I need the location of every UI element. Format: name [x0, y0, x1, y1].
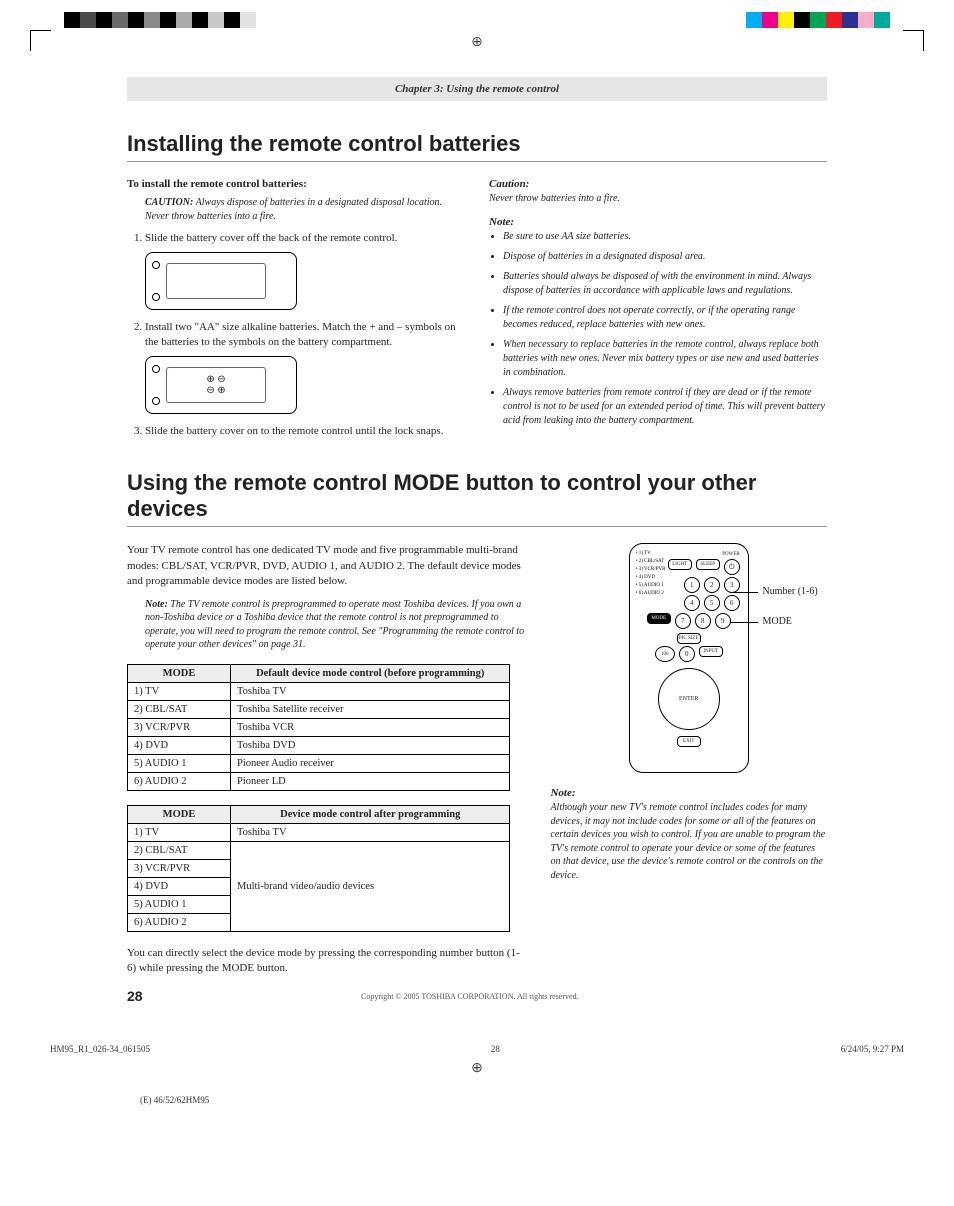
- caution-inline: CAUTION: Always dispose of batteries in …: [145, 196, 465, 223]
- registration-mark-top: ⊕: [0, 34, 954, 51]
- mode-intro: Your TV remote control has one dedicated…: [127, 543, 526, 589]
- remote-note-body: Although your new TV's remote control in…: [550, 801, 827, 882]
- chapter-header: Chapter 3: Using the remote control: [127, 77, 827, 101]
- remote-control-figure: 1) TV2) CBL/SAT3) VCR/PVR4) DVD5) AUDIO …: [629, 543, 749, 773]
- crop-mark: [903, 30, 924, 51]
- section-title-mode: Using the remote control MODE button to …: [127, 470, 827, 522]
- table-row: 6) AUDIO 2Pioneer LD: [128, 772, 510, 790]
- registration-mark-bottom: ⊕: [0, 1060, 954, 1077]
- picsize-button: PIC SIZE: [677, 633, 701, 644]
- install-subhead: To install the remote control batteries:: [127, 178, 465, 190]
- note-item: When necessary to replace batteries in t…: [503, 338, 827, 380]
- sleep-button: SLEEP: [696, 559, 720, 570]
- copyright: Copyright © 2005 TOSHIBA CORPORATION. Al…: [361, 992, 579, 1001]
- power-button: ⏻: [724, 559, 740, 575]
- dpad: ENTER: [658, 668, 720, 730]
- note-item: Be sure to use AA size batteries.: [503, 230, 827, 244]
- mode-note: Note: The TV remote control is preprogra…: [145, 598, 526, 652]
- mode-table-before: MODEDefault device mode control (before …: [127, 664, 510, 791]
- note-item: If the remote control does not operate c…: [503, 304, 827, 332]
- note-item: Always remove batteries from remote cont…: [503, 386, 827, 428]
- note-head: Note:: [489, 216, 827, 228]
- num-0: 0: [679, 646, 695, 662]
- step-2: Install two "AA" size alkaline batteries…: [145, 320, 465, 350]
- printer-color-bar: [0, 12, 954, 28]
- page-number: 28: [127, 988, 143, 1004]
- meta-filename: HM95_R1_026-34_061505: [50, 1044, 150, 1054]
- battery-cover-diagram-1: [145, 252, 297, 310]
- num-9: 9: [715, 613, 731, 629]
- num-8: 8: [695, 613, 711, 629]
- mode-button: MODE: [647, 613, 671, 624]
- notes-list: Be sure to use AA size batteries. Dispose…: [489, 230, 827, 428]
- callout-mode: MODE: [730, 616, 817, 628]
- table-row: 5) AUDIO 1Pioneer Audio receiver: [128, 754, 510, 772]
- note-item: Dispose of batteries in a designated dis…: [503, 250, 827, 264]
- table-row: 2) CBL/SATToshiba Satellite receiver: [128, 700, 510, 718]
- light-button: LIGHT: [668, 559, 692, 570]
- caution-head: Caution:: [489, 178, 827, 190]
- section-title-installing: Installing the remote control batteries: [127, 131, 827, 157]
- callout-number: Number (1-6): [730, 586, 817, 598]
- step-1: Slide the battery cover off the back of …: [145, 231, 465, 246]
- step-3: Slide the battery cover on to the remote…: [145, 424, 465, 439]
- mode-closing: You can directly select the device mode …: [127, 946, 526, 977]
- table-row: 3) VCR/PVRToshiba VCR: [128, 718, 510, 736]
- caution-body: Never throw batteries into a fire.: [489, 192, 827, 206]
- battery-install-diagram-2: ⊕ ⊖⊖ ⊕: [145, 356, 297, 414]
- num-7: 7: [675, 613, 691, 629]
- input-button: INPUT: [699, 646, 723, 657]
- remote-note-head: Note:: [550, 787, 827, 799]
- crop-mark: [30, 30, 51, 51]
- note-item: Batteries should always be disposed of w…: [503, 270, 827, 298]
- model-reference: (E) 46/52/62HM95: [140, 1095, 954, 1105]
- num-1: 1: [684, 577, 700, 593]
- install-steps: Slide the battery cover off the back of …: [127, 231, 465, 246]
- print-metadata: HM95_R1_026-34_061505 28 6/24/05, 9:27 P…: [50, 1044, 904, 1054]
- meta-date: 6/24/05, 9:27 PM: [841, 1044, 904, 1054]
- table-row: 2) CBL/SATMulti-brand video/audio device…: [128, 841, 510, 859]
- num-4: 4: [684, 595, 700, 611]
- hundred-button: 100: [655, 646, 675, 662]
- num-2: 2: [704, 577, 720, 593]
- table-row: 1) TVToshiba TV: [128, 682, 510, 700]
- table-row: 4) DVDToshiba DVD: [128, 736, 510, 754]
- exit-button: EXIT: [677, 736, 701, 747]
- mode-table-after: MODEDevice mode control after programmin…: [127, 805, 510, 932]
- num-5: 5: [704, 595, 720, 611]
- meta-page: 28: [491, 1044, 500, 1054]
- table-row: 1) TVToshiba TV: [128, 823, 510, 841]
